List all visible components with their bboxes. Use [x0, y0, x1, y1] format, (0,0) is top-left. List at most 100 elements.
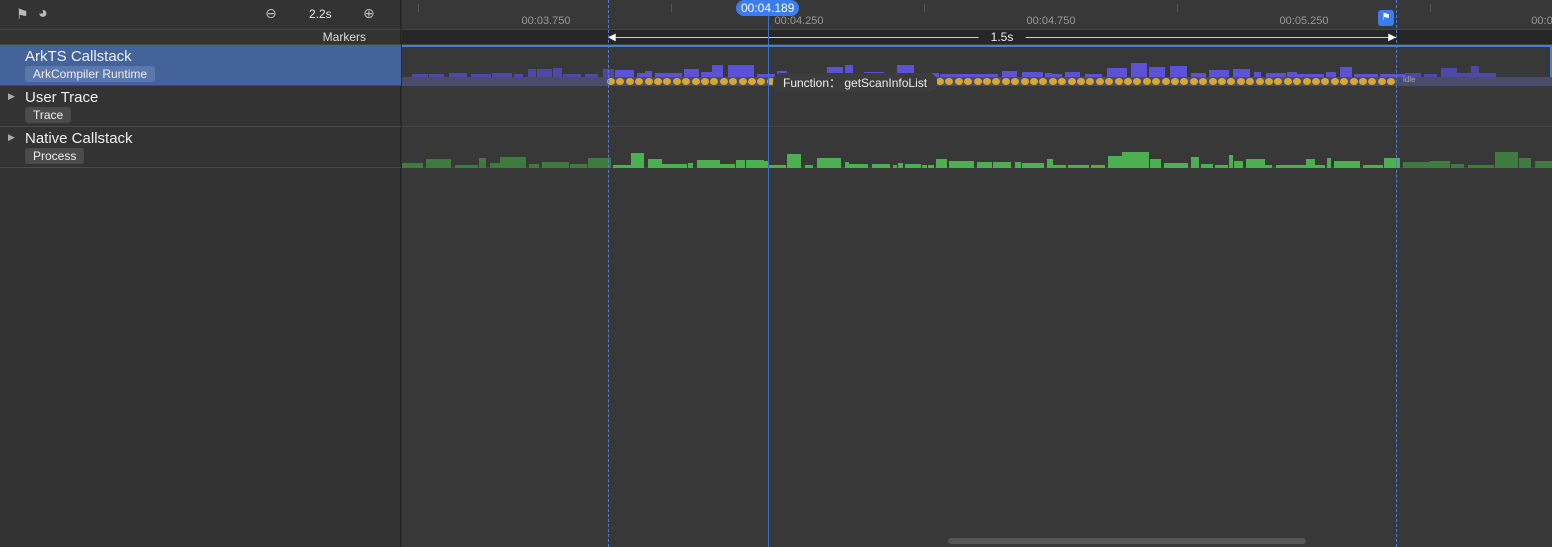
idle-label: idle: [1403, 75, 1416, 84]
call-frame-dot[interactable]: [992, 78, 1001, 85]
call-frame-dot[interactable]: [1011, 78, 1020, 85]
horizontal-scrollbar[interactable]: [948, 538, 1306, 544]
cpu-sample-bar: [1131, 63, 1147, 77]
call-frame-dot[interactable]: [654, 78, 662, 85]
call-frame-dot[interactable]: [1236, 78, 1245, 85]
call-frame-dot[interactable]: [757, 78, 766, 85]
call-frame-dot[interactable]: [1265, 78, 1273, 85]
call-frame-dot[interactable]: [1180, 78, 1189, 85]
add-flag-icon[interactable]: ⚑: [1378, 10, 1394, 26]
call-frame-dot[interactable]: [672, 78, 681, 85]
call-frame-dot[interactable]: [1001, 78, 1010, 85]
call-frame-dot[interactable]: [1377, 78, 1386, 85]
markers-track[interactable]: ◀ ▶ 1.5s: [402, 30, 1552, 45]
call-frame-dot[interactable]: [663, 78, 672, 85]
call-frame-dot[interactable]: [1199, 78, 1208, 85]
native-sample-bar: [1315, 165, 1325, 168]
call-frame-dot[interactable]: [1330, 78, 1339, 85]
call-frame-dot[interactable]: [1246, 78, 1255, 85]
call-frame-dot[interactable]: [1349, 78, 1358, 85]
cursor-line[interactable]: [768, 14, 769, 547]
timeline-panel[interactable]: 00:03.750 00:04.250 00:04.750 00:05.250 …: [402, 0, 1552, 547]
call-frame-dot[interactable]: [1058, 78, 1067, 85]
call-frame-dot[interactable]: [1340, 78, 1349, 85]
native-sample-bar: [1495, 152, 1518, 168]
call-frame-dot[interactable]: [748, 78, 756, 85]
arkts-track[interactable]: idle: [402, 45, 1552, 86]
call-frame-dot[interactable]: [1086, 78, 1095, 85]
call-frame-dot[interactable]: [1283, 78, 1292, 85]
zoom-out-icon[interactable]: ⊖: [265, 5, 277, 22]
user-trace-track[interactable]: [402, 86, 1552, 127]
lane-arkts-callstack[interactable]: ArkTS Callstack ArkCompiler Runtime: [0, 45, 401, 86]
cpu-sample-bar: [528, 69, 536, 77]
call-frame-dot[interactable]: [1077, 78, 1085, 85]
call-frame-dot[interactable]: [1095, 78, 1104, 85]
call-frame-dot[interactable]: [1171, 78, 1179, 85]
call-frame-dot[interactable]: [701, 78, 709, 85]
native-track[interactable]: [402, 127, 1552, 168]
call-frame-dot[interactable]: [1114, 78, 1123, 85]
call-frame-dot[interactable]: [954, 78, 963, 85]
call-frame-dot[interactable]: [691, 78, 700, 85]
lane-title: Native Callstack: [25, 130, 133, 147]
expand-arrow-icon[interactable]: ▶: [8, 132, 15, 143]
call-frame-dot[interactable]: [1321, 78, 1330, 85]
call-frame-dot[interactable]: [1152, 78, 1161, 85]
call-frame-dot[interactable]: [1020, 78, 1029, 85]
flag-icon[interactable]: ⚑: [16, 6, 29, 23]
call-frame-dot[interactable]: [1302, 78, 1311, 85]
call-frame-dot[interactable]: [1124, 78, 1132, 85]
call-frame-dot[interactable]: [1133, 78, 1142, 85]
call-frame-dot[interactable]: [1142, 78, 1151, 85]
call-frame-dot[interactable]: [945, 78, 954, 85]
compass-icon[interactable]: ◕: [38, 5, 48, 23]
call-frame-dot[interactable]: [1030, 78, 1038, 85]
call-frame-dot[interactable]: [973, 78, 982, 85]
call-frame-dot[interactable]: [1039, 78, 1048, 85]
call-frame-dot[interactable]: [719, 78, 728, 85]
call-frame-dot[interactable]: [1189, 78, 1198, 85]
native-sample-bar: [1122, 152, 1149, 168]
call-frame-dot[interactable]: [616, 78, 625, 85]
call-frame-dot[interactable]: [1387, 78, 1396, 85]
call-frame-dot[interactable]: [625, 78, 634, 85]
call-frame-dot[interactable]: [1293, 78, 1302, 85]
selection-start-line[interactable]: [608, 0, 609, 547]
call-frame-dot[interactable]: [729, 78, 738, 85]
native-sample-bar: [542, 162, 569, 168]
call-frame-dot[interactable]: [1161, 78, 1170, 85]
native-sample-bar: [1265, 165, 1272, 168]
call-frame-dot[interactable]: [1048, 78, 1057, 85]
call-frame-dot[interactable]: [738, 78, 747, 85]
call-frame-dot[interactable]: [964, 78, 973, 85]
tick-label: 00:0: [1531, 15, 1552, 27]
native-sample-bar: [746, 160, 764, 168]
call-frame-dot[interactable]: [1208, 78, 1217, 85]
zoom-in-icon[interactable]: ⊕: [363, 5, 375, 22]
call-frame-dot[interactable]: [1227, 78, 1236, 85]
native-sample-bar: [1519, 158, 1531, 168]
call-frame-dot[interactable]: [682, 78, 691, 85]
lane-native-callstack[interactable]: ▶ Native Callstack Process: [0, 127, 401, 168]
lane-user-trace[interactable]: ▶ User Trace Trace: [0, 86, 401, 127]
call-frame-dot[interactable]: [936, 78, 944, 85]
expand-arrow-icon[interactable]: ▶: [8, 91, 15, 102]
call-frame-dot[interactable]: [1255, 78, 1264, 85]
native-sample-bar: [936, 159, 947, 168]
cpu-sample-bar: [1170, 66, 1187, 77]
call-frame-dot[interactable]: [1359, 78, 1367, 85]
call-frame-dot[interactable]: [1368, 78, 1377, 85]
call-frame-dot[interactable]: [1274, 78, 1283, 85]
call-frame-dot[interactable]: [1067, 78, 1076, 85]
call-frame-dot[interactable]: [1312, 78, 1320, 85]
call-frame-dot[interactable]: [1218, 78, 1226, 85]
call-frame-dot[interactable]: [635, 78, 644, 85]
call-frame-dot[interactable]: [983, 78, 991, 85]
selection-end-line[interactable]: [1396, 0, 1397, 547]
lane-badge: ArkCompiler Runtime: [25, 66, 156, 82]
call-frame-dot[interactable]: [644, 78, 653, 85]
call-frame-dot[interactable]: [1105, 78, 1114, 85]
call-frame-dot[interactable]: [710, 78, 719, 85]
cursor-time-badge[interactable]: 00:04.189: [736, 0, 800, 16]
